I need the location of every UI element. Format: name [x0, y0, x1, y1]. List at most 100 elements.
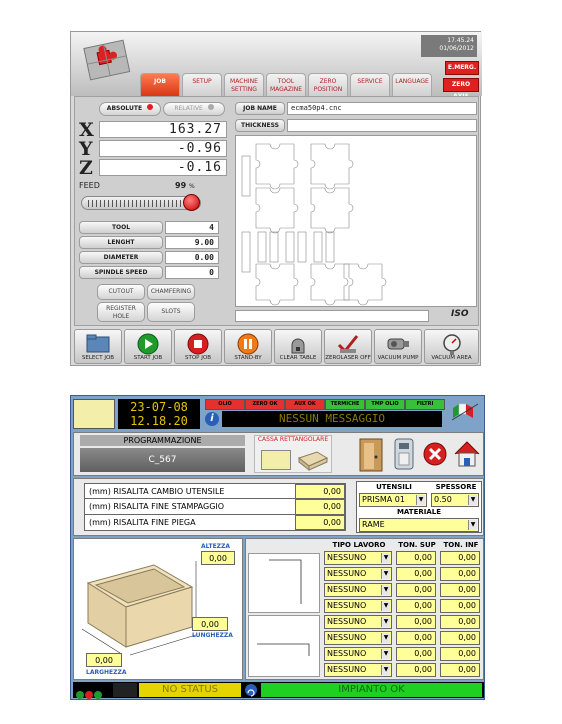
laser-off-icon — [336, 333, 360, 357]
chevron-down-icon: ▼ — [468, 495, 477, 505]
register-hole-button[interactable]: REGISTER HOLE — [97, 302, 145, 322]
vacuum-pump-button[interactable]: VACUUM PUMP — [374, 329, 422, 364]
tool-value: 4 — [165, 221, 219, 234]
position-z-value: -0.16 — [99, 159, 227, 176]
ton-inf-value[interactable]: 0,00 — [440, 615, 480, 629]
bending-rows: NESSUNO ▼ 0,00 0,00 NESSUNO ▼ 0,00 0,00 NESSUNO ▼… — [324, 551, 482, 679]
stop-job-button[interactable]: STOP JOB — [174, 329, 222, 364]
ton-inf-value[interactable]: 0,00 — [440, 599, 480, 613]
tipo-lavoro-dropdown[interactable]: NESSUNO ▼ — [324, 583, 392, 597]
status-lights-icon — [75, 685, 111, 699]
lunghezza-value[interactable]: 0,00 — [192, 617, 228, 631]
ton-sup-value[interactable]: 0,00 — [396, 567, 436, 581]
zerolaser-off-button[interactable]: ZEROLASER OFF — [324, 329, 372, 364]
risalita-piega-label: (mm) RISALITA FINE PIEGA — [89, 518, 196, 527]
tab-service[interactable]: SERVICE — [350, 73, 390, 97]
ton-sup-value[interactable]: 0,00 — [396, 663, 436, 677]
home-icon[interactable] — [452, 439, 482, 469]
close-icon[interactable] — [422, 441, 448, 467]
length-value: 9.00 — [165, 236, 219, 249]
tipo-lavoro-dropdown[interactable]: NESSUNO ▼ — [324, 599, 392, 613]
chevron-down-icon: ▼ — [381, 585, 390, 595]
altezza-value[interactable]: 0,00 — [201, 551, 235, 565]
utensili-dropdown[interactable]: PRISMA 01 ▼ — [359, 493, 427, 507]
clock-date: 01/06/2012 — [439, 45, 474, 52]
ton-inf-value[interactable]: 0,00 — [440, 551, 480, 565]
cutout-button[interactable]: CUTOUT — [97, 284, 145, 300]
iso-label: ISO — [451, 309, 469, 319]
emergency-button[interactable]: E.MERG. — [445, 61, 479, 75]
tab-zero-position[interactable]: ZERO POSITION — [308, 73, 348, 97]
zero-axis-button[interactable]: ZERO AXIS — [443, 78, 479, 100]
tipo-lavoro-dropdown[interactable]: NESSUNO ▼ — [324, 551, 392, 565]
ton-sup-value[interactable]: 0,00 — [396, 551, 436, 565]
box-shape-icon — [297, 448, 329, 472]
spessore-dropdown[interactable]: 0.50 ▼ — [431, 493, 479, 507]
tipo-lavoro-dropdown[interactable]: NESSUNO ▼ — [324, 663, 392, 677]
spindle-speed-value: 0 — [165, 266, 219, 279]
thickness-value — [287, 119, 477, 132]
ton-inf-value[interactable]: 0,00 — [440, 647, 480, 661]
job-name-label: JOB NAME — [235, 102, 285, 115]
tab-language[interactable]: LANGUAGE — [392, 73, 432, 97]
relative-indicator-icon — [207, 104, 214, 110]
shape-selector[interactable]: CASSA RETTANGOLARE — [254, 435, 332, 473]
absolute-button[interactable]: ABSOLUTE — [99, 102, 161, 116]
larghezza-value[interactable]: 0,00 — [86, 653, 122, 667]
door-exit-icon[interactable] — [356, 435, 386, 473]
vacuum-area-button[interactable]: VACUUM AREA — [424, 329, 479, 364]
tab-tool-magazine[interactable]: TOOL MAGAZINE — [266, 73, 306, 97]
relative-button[interactable]: RELATIVE — [163, 102, 225, 116]
risalita-stampaggio-value[interactable]: 0,00 — [295, 499, 345, 515]
tab-job[interactable]: JOB — [140, 73, 180, 97]
flag-icon — [449, 400, 483, 424]
ton-sup-value[interactable]: 0,00 — [396, 615, 436, 629]
tipo-lavoro-dropdown[interactable]: NESSUNO ▼ — [324, 647, 392, 661]
tab-setup[interactable]: SETUP — [182, 73, 222, 97]
ton-inf-value[interactable]: 0,00 — [440, 631, 480, 645]
materiale-dropdown[interactable]: RAME ▼ — [359, 518, 479, 532]
pause-icon — [237, 333, 259, 357]
machine-icon[interactable] — [389, 435, 419, 473]
play-icon — [137, 333, 159, 357]
absolute-indicator-icon — [147, 104, 154, 110]
refresh-icon[interactable] — [245, 684, 257, 697]
risalita-piega-value[interactable]: 0,00 — [295, 515, 345, 530]
diameter-label: DIAMETER — [79, 251, 163, 264]
date-value: 23-07-08 — [130, 400, 188, 414]
tipo-lavoro-dropdown[interactable]: NESSUNO ▼ — [324, 615, 392, 629]
stand-by-button[interactable]: STAND-BY — [224, 329, 272, 364]
status-chip: AUX OK — [285, 399, 325, 410]
tab-machine-setting[interactable]: MACHINE SETTING — [224, 73, 264, 97]
feed-slider-knob[interactable] — [182, 194, 200, 211]
tipo-lavoro-dropdown[interactable]: NESSUNO ▼ — [324, 631, 392, 645]
chevron-down-icon: ▼ — [381, 569, 390, 579]
risalita-cambio-label: (mm) RISALITA CAMBIO UTENSILE — [85, 484, 295, 499]
start-job-button[interactable]: START JOB — [124, 329, 172, 364]
shape-label: CASSA RETTANGOLARE — [257, 436, 329, 443]
info-icon[interactable]: i — [205, 412, 219, 426]
ton-inf-value[interactable]: 0,00 — [440, 567, 480, 581]
stop-icon — [187, 333, 209, 357]
bend-profile-preview-2 — [248, 615, 320, 677]
ton-inf-value[interactable]: 0,00 — [440, 583, 480, 597]
select-job-button[interactable]: SELECT JOB — [74, 329, 122, 364]
ton-sup-value[interactable]: 0,00 — [396, 631, 436, 645]
thickness-label: THICKNESS — [235, 119, 285, 132]
slots-button[interactable]: SLOTS — [147, 302, 195, 322]
ton-sup-value[interactable]: 0,00 — [396, 583, 436, 597]
status-chips: OLIO ZERO OK AUX OK TERMICHE TMP OLIO FILTRI — [205, 399, 445, 410]
chamfering-button[interactable]: CHAMFERING — [147, 284, 195, 300]
tipo-lavoro-header: TIPO LAVORO — [332, 541, 386, 549]
risalita-cambio-value[interactable]: 0,00 — [295, 484, 345, 499]
clear-table-button[interactable]: CLEAR TABLE — [274, 329, 322, 364]
risalita-table: (mm) RISALITA CAMBIO UTENSILE 0,00 (mm) … — [84, 483, 346, 531]
ton-sup-value[interactable]: 0,00 — [396, 599, 436, 613]
ton-inf-value[interactable]: 0,00 — [440, 663, 480, 677]
chevron-down-icon: ▼ — [381, 553, 390, 563]
ton-sup-value[interactable]: 0,00 — [396, 647, 436, 661]
tipo-lavoro-dropdown[interactable]: NESSUNO ▼ — [324, 567, 392, 581]
feed-label: FEED — [79, 181, 100, 190]
cnc-control-panel: 17.45.24 01/06/2012 E.MERG. ZERO AXIS JO… — [70, 31, 482, 366]
program-name[interactable]: C_567 — [80, 448, 245, 472]
